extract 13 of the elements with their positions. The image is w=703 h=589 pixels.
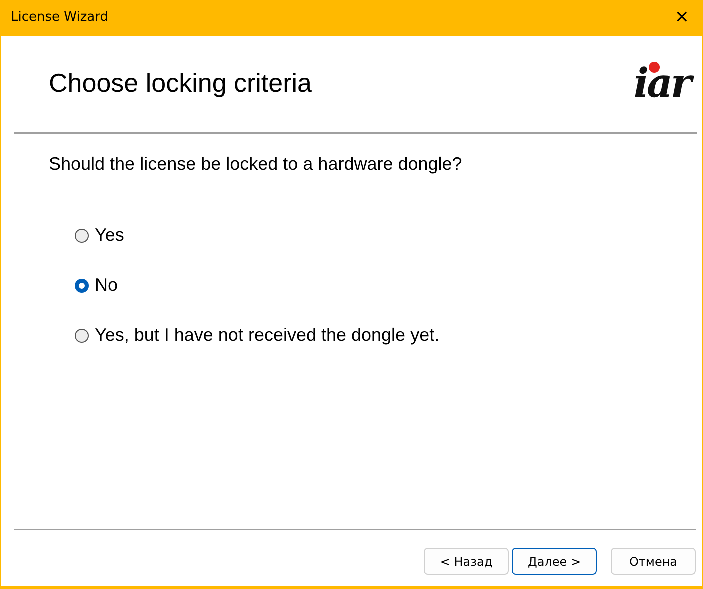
radio-button[interactable] <box>75 278 89 292</box>
wizard-button[interactable]: Отмена <box>611 548 696 575</box>
radio-button[interactable] <box>75 328 89 342</box>
option-label[interactable]: No <box>95 272 118 299</box>
option-label[interactable]: Yes <box>95 222 124 249</box>
question-text: Should the license be locked to a hardware dongle? <box>49 153 464 176</box>
window-title: License Wizard <box>11 9 108 28</box>
wizard-button[interactable]: < Назад <box>424 548 509 575</box>
radio-button[interactable] <box>75 228 89 242</box>
page-title: Choose locking criteria <box>49 68 312 100</box>
close-button[interactable]: ✕ <box>662 0 702 36</box>
wizard-button[interactable]: Далее > <box>512 548 597 575</box>
option-label[interactable]: Yes, but I have not received the dongle yet. <box>95 322 440 349</box>
